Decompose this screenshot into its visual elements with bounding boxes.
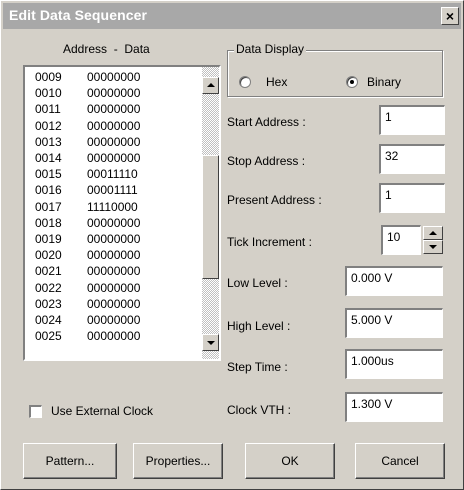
list-item-data: 11110000 — [87, 199, 138, 214]
list-item-data: 00000000 — [87, 232, 141, 246]
low-level-label: Low Level : — [227, 276, 288, 290]
tick-increment-label: Tick Increment : — [227, 235, 312, 249]
binary-radio-circle[interactable] — [346, 76, 358, 88]
tick-increment-spinner[interactable] — [423, 226, 443, 254]
scroll-up-button[interactable] — [202, 77, 219, 94]
scroll-down-button[interactable] — [202, 334, 219, 351]
list-item-address: 0014 — [35, 151, 62, 165]
list-item-address: 0019 — [35, 232, 62, 246]
stop-address-label: Stop Address : — [227, 154, 306, 168]
list-scrollbar[interactable] — [202, 67, 219, 359]
list-item-data: 00000000 — [87, 86, 141, 101]
pattern-button[interactable]: Pattern... — [23, 443, 117, 479]
binary-radio-label[interactable]: Binary — [367, 75, 401, 89]
listbox-rows: 0009 00000000 0010 00000000 0011 00000000 0012… — [25, 67, 202, 359]
list-item-data: 00000000 — [87, 215, 141, 230]
spin-down-icon — [429, 245, 437, 249]
list-item-data: 00000000 — [87, 264, 141, 279]
low-level-input[interactable]: 0.000 V — [345, 266, 443, 296]
title-bar: Edit Data Sequencer × — [3, 3, 461, 29]
list-item-data: 00000000 — [87, 280, 141, 295]
list-item-address: 0011 — [35, 102, 61, 117]
list-item-data: 00000000 — [87, 118, 141, 133]
list-item-address: 0015 — [35, 167, 62, 182]
list-item-data: 00000000 — [87, 151, 141, 165]
list-header: Address - Data — [63, 42, 150, 56]
ok-button[interactable]: OK — [245, 443, 335, 479]
list-item-address: 0018 — [35, 215, 62, 230]
hex-radio-label[interactable]: Hex — [266, 75, 287, 89]
properties-button[interactable]: Properties... — [133, 443, 223, 479]
start-address-label: Start Address : — [227, 115, 306, 129]
list-item-address: 0020 — [35, 248, 62, 263]
list-item-address: 0012 — [35, 118, 62, 133]
list-item-data: 00011110 — [87, 167, 138, 182]
list-item-address: 0017 — [35, 199, 62, 214]
address-data-listbox[interactable]: 0009 00000000 0010 00000000 0011 00000000 0012… — [23, 65, 221, 361]
list-item-data: 00001111 — [87, 183, 138, 198]
present-address-input[interactable]: 1 — [379, 183, 445, 213]
list-item-data: 00000000 — [87, 134, 141, 149]
close-icon: × — [445, 8, 455, 24]
data-display-legend: Data Display — [234, 42, 307, 56]
use-external-clock-box[interactable] — [29, 405, 42, 418]
cancel-button[interactable]: Cancel — [355, 443, 445, 479]
spin-up-icon — [429, 231, 437, 235]
high-level-label: High Level : — [227, 319, 291, 333]
edit-data-sequencer-dialog: Edit Data Sequencer × Address - Data 000… — [0, 0, 464, 490]
list-item-address: 0013 — [35, 134, 62, 149]
present-address-label: Present Address : — [227, 193, 322, 207]
hex-radio-circle[interactable] — [239, 76, 251, 88]
list-item-data: 00000000 — [87, 313, 141, 327]
list-item-address: 0010 — [35, 86, 62, 101]
list-item-address: 0024 — [35, 313, 62, 327]
scroll-thumb[interactable] — [202, 155, 219, 279]
list-item-address: 0023 — [35, 296, 62, 311]
step-time-label: Step Time : — [227, 360, 288, 374]
list-item-data: 00000000 — [87, 329, 141, 344]
data-display-group — [227, 50, 443, 97]
clock-vth-label: Clock VTH : — [227, 403, 292, 417]
spin-down-button[interactable] — [423, 240, 443, 254]
scroll-down-icon — [207, 341, 215, 345]
list-item-address: 0009 — [35, 70, 62, 84]
list-item-data: 00000000 — [87, 296, 141, 311]
dialog-title: Edit Data Sequencer — [9, 7, 148, 23]
list-item-data: 00000000 — [87, 70, 141, 84]
list-item-address: 0025 — [35, 329, 62, 344]
list-item-data: 00000000 — [87, 248, 141, 263]
high-level-input[interactable]: 5.000 V — [345, 308, 443, 338]
tick-increment-input[interactable]: 10 — [381, 225, 421, 255]
list-item-address: 0016 — [35, 183, 62, 198]
spin-up-button[interactable] — [423, 226, 443, 240]
clock-vth-input[interactable]: 1.300 V — [345, 392, 443, 422]
list-item-address: 0022 — [35, 280, 62, 295]
stop-address-input[interactable]: 32 — [379, 144, 445, 174]
list-item-data: 00000000 — [87, 102, 141, 117]
scroll-up-icon — [207, 83, 215, 87]
list-item-address: 0021 — [35, 264, 62, 279]
close-button[interactable]: × — [441, 7, 459, 25]
step-time-input[interactable]: 1.000us — [345, 349, 443, 379]
start-address-input[interactable]: 1 — [379, 105, 445, 135]
use-external-clock-label[interactable]: Use External Clock — [51, 404, 153, 418]
binary-radio-selected-dot — [350, 80, 354, 84]
